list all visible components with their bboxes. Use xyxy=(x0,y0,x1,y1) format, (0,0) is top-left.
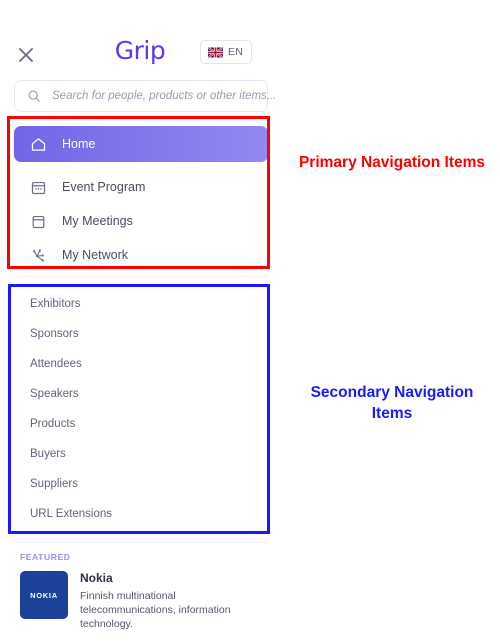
language-selector-button[interactable]: EN xyxy=(200,40,252,64)
nav-item-my-meetings-label: My Meetings xyxy=(62,214,133,228)
sidebar-item-label: Buyers xyxy=(30,448,66,460)
nav-item-event-program[interactable]: Event Program xyxy=(14,170,268,204)
sidebar-item-attendees[interactable]: Attendees xyxy=(14,349,268,379)
sidebar-item-suppliers[interactable]: Suppliers xyxy=(14,469,268,499)
sidebar-item-label: Sponsors xyxy=(30,328,79,340)
sidebar-item-label: Suppliers xyxy=(30,478,78,490)
nav-item-my-network[interactable]: My Network xyxy=(14,238,268,272)
sidebar-item-label: URL Extensions xyxy=(30,508,113,520)
secondary-navigation: Exhibitors Sponsors Attendees Speakers P… xyxy=(14,289,268,529)
app-sidebar: Grip EN Search for people, products or o… xyxy=(0,0,280,641)
featured-section-divider xyxy=(14,542,268,543)
calendar-program-icon xyxy=(31,181,46,194)
nav-item-my-meetings[interactable]: My Meetings xyxy=(14,204,268,238)
search-input[interactable]: Search for people, products or other ite… xyxy=(14,80,276,112)
home-icon xyxy=(31,137,46,151)
featured-section: FEATURED NOKIA Nokia Finnish multination… xyxy=(20,552,268,631)
nokia-logo-text: NOKIA xyxy=(30,590,58,600)
sidebar-item-url-extensions[interactable]: URL Extensions xyxy=(14,499,268,529)
uk-flag-icon xyxy=(208,46,223,58)
sidebar-item-products[interactable]: Products xyxy=(14,409,268,439)
search-icon xyxy=(28,90,40,102)
nav-item-home-label: Home xyxy=(62,137,96,151)
search-placeholder-text: Search for people, products or other ite… xyxy=(52,90,277,102)
sidebar-item-exhibitors[interactable]: Exhibitors xyxy=(14,289,268,319)
primary-navigation: Home Event Program My Meetings My Networ… xyxy=(14,126,268,272)
sidebar-item-speakers[interactable]: Speakers xyxy=(14,379,268,409)
nav-item-my-network-label: My Network xyxy=(62,248,128,262)
annotation-label-secondary-nav: Secondary Navigation Items xyxy=(310,384,474,422)
sidebar-item-label: Attendees xyxy=(30,358,82,370)
featured-company-description: Finnish multinational telecommunications… xyxy=(80,590,231,630)
nokia-logo: NOKIA xyxy=(20,571,68,619)
nav-item-event-program-label: Event Program xyxy=(62,180,146,194)
featured-heading: FEATURED xyxy=(20,552,71,562)
sidebar-item-label: Exhibitors xyxy=(30,298,81,310)
calendar-icon xyxy=(32,215,45,228)
language-code-label: EN xyxy=(228,46,243,58)
network-icon xyxy=(33,248,44,262)
sidebar-item-label: Products xyxy=(30,418,76,430)
app-header: Grip EN xyxy=(0,0,280,66)
nav-section-divider xyxy=(14,276,268,277)
annotation-label-primary-nav: Primary Navigation Items xyxy=(298,154,486,171)
featured-company-info: Nokia Finnish multinational telecommunic… xyxy=(80,571,240,631)
featured-company-name: Nokia xyxy=(80,571,113,585)
featured-company-card[interactable]: NOKIA Nokia Finnish multinational teleco… xyxy=(20,571,268,631)
sidebar-item-buyers[interactable]: Buyers xyxy=(14,439,268,469)
sidebar-item-sponsors[interactable]: Sponsors xyxy=(14,319,268,349)
nav-item-home[interactable]: Home xyxy=(14,126,268,162)
sidebar-item-label: Speakers xyxy=(30,388,79,400)
